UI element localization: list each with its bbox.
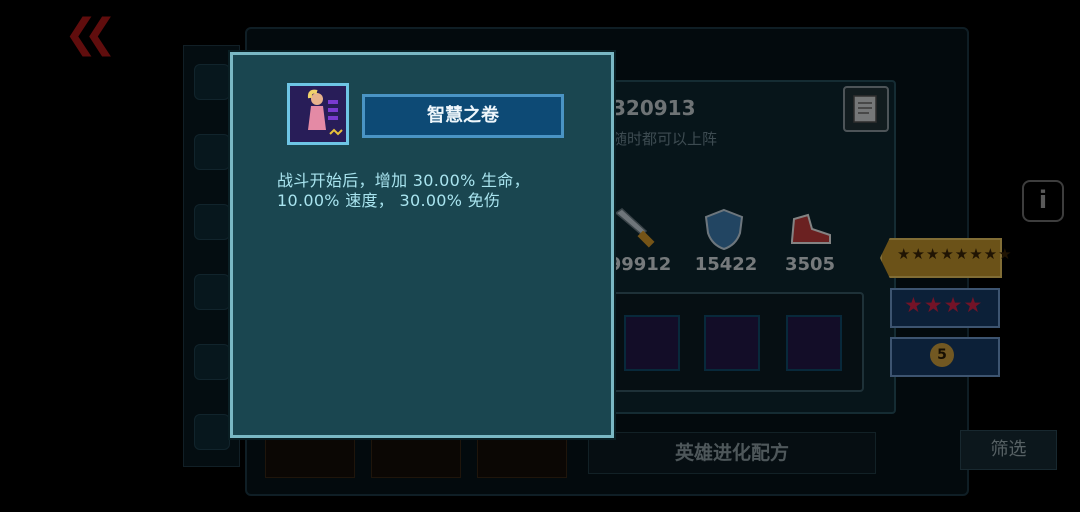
scroll-title: 智慧之卷 xyxy=(427,105,499,126)
scroll-description: 战斗开始后，增加 30.00% 生命， 10.00% 速度， 30.00% 免伤 xyxy=(277,171,530,210)
scroll-portrait-icon xyxy=(287,83,349,145)
